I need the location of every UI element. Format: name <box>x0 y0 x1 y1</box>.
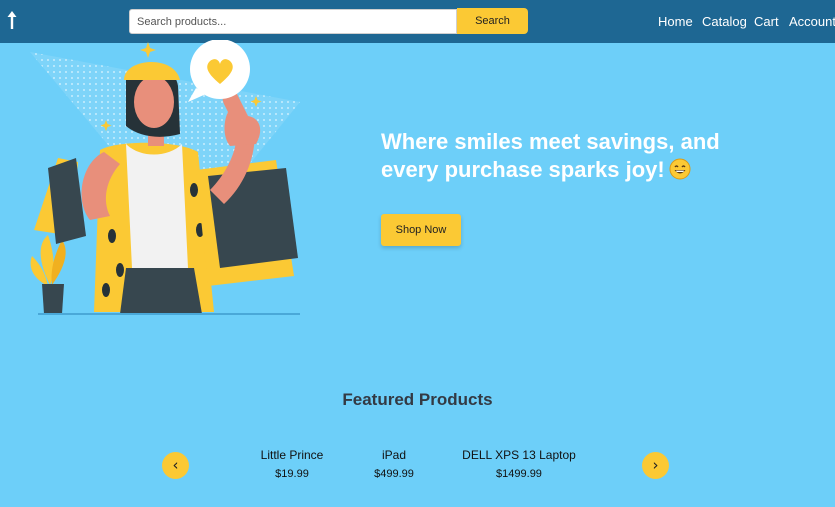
nav-link-home[interactable]: Home <box>658 14 693 29</box>
nav-link-cart[interactable]: Cart <box>754 14 779 29</box>
shopping-woman-illustration <box>30 40 300 315</box>
grinning-face-icon <box>669 158 691 180</box>
search-input[interactable] <box>129 9 457 34</box>
arrow-up-icon[interactable] <box>5 9 19 31</box>
nav-link-account[interactable]: Account <box>789 14 835 29</box>
product-name: DELL XPS 13 Laptop <box>462 448 576 462</box>
product-name: iPad <box>381 448 407 462</box>
product-name: Little Prince <box>260 448 324 462</box>
nav-link-catalog[interactable]: Catalog <box>702 14 747 29</box>
product-price: $499.99 <box>374 468 414 480</box>
hero-heading: Where smiles meet savings, and every pur… <box>381 128 721 184</box>
featured-products-heading: Featured Products <box>342 390 493 409</box>
search-button[interactable]: Search <box>457 8 528 34</box>
top-navbar: Search Home Catalog Cart Account <box>0 0 835 43</box>
carousel-prev-button[interactable]: ‹ <box>162 452 189 479</box>
product-price: $19.99 <box>275 468 309 480</box>
shop-now-button[interactable]: Shop Now <box>381 214 461 246</box>
carousel-next-button[interactable]: › <box>642 452 669 479</box>
product-card[interactable]: Little Prince $19.99 <box>252 448 332 480</box>
product-price: $1499.99 <box>496 468 542 480</box>
product-card[interactable]: iPad $499.99 <box>364 448 424 480</box>
product-card[interactable]: DELL XPS 13 Laptop $1499.99 <box>459 448 579 480</box>
